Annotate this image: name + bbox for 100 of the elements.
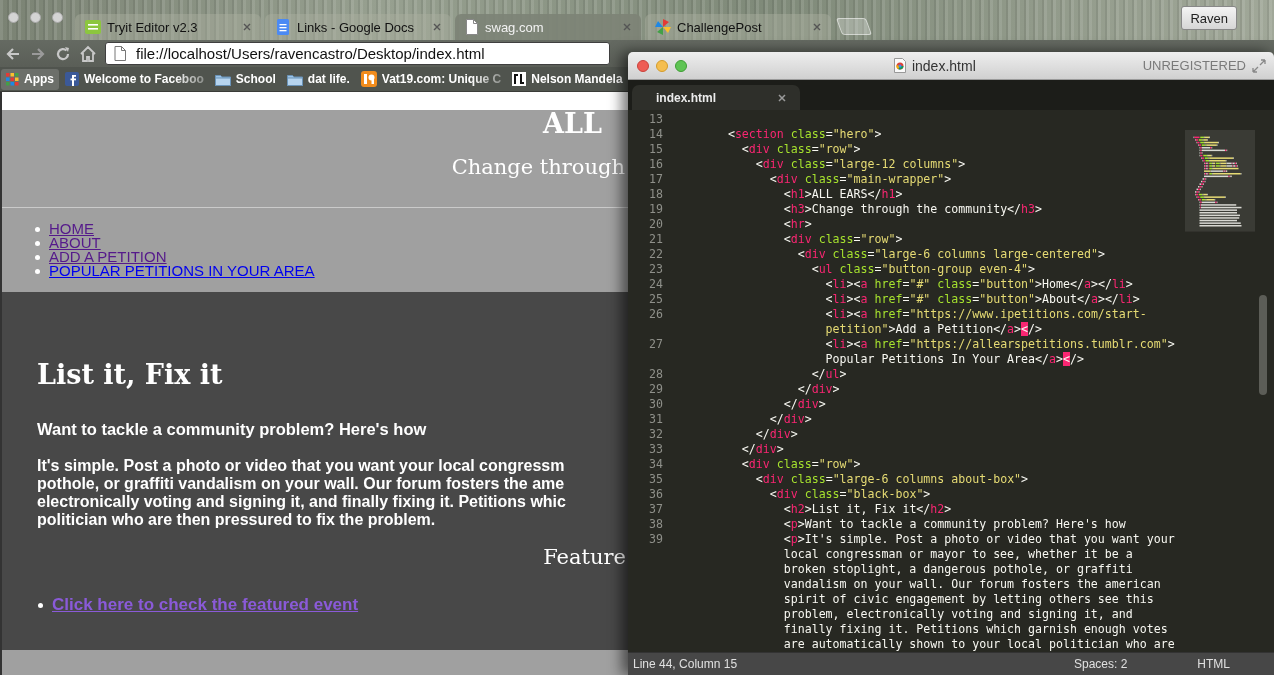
- window-button[interactable]: [656, 59, 668, 72]
- window-button[interactable]: [675, 59, 687, 72]
- code-line: <p>It's simple. Post a photo or video that you want your: [783, 532, 1175, 547]
- home-icon[interactable]: [79, 44, 97, 63]
- line-number: 36: [648, 487, 663, 502]
- code-line: local congressman or mayor to see, whether it be a: [783, 547, 1133, 562]
- hero-subtitle: Change through: [451, 154, 625, 180]
- code-line: <li><a href="#" class="button">About</a></li>: [825, 292, 1140, 307]
- code-line: broken stoplight, a dangerous pothole, or graffiti: [783, 562, 1133, 577]
- nav-link[interactable]: HOME: [49, 222, 94, 236]
- reload-icon[interactable]: [54, 44, 72, 63]
- code-line: <li><a href="https://www.ipetitions.com/start-: [825, 307, 1147, 322]
- line-number: 39: [648, 532, 663, 547]
- code-line: </div>: [783, 397, 826, 412]
- logo-icon: [512, 72, 527, 86]
- intro-text: Want to tackle a community problem? Here's how: [37, 419, 427, 439]
- scroll-thumb[interactable]: [1258, 295, 1267, 395]
- page-icon: [114, 46, 126, 61]
- page-icon: [465, 19, 479, 35]
- line-number: 18: [648, 187, 663, 202]
- code-line: vandalism on your wall. Our forum fosters the american: [783, 577, 1161, 592]
- profile-button[interactable]: Raven: [1181, 6, 1237, 30]
- code-line: <div class="large-12 columns">: [755, 157, 966, 172]
- code-line: <li><a href="#" class="button">Home</a></li>: [825, 277, 1133, 292]
- window-button[interactable]: [8, 12, 19, 23]
- bookmark[interactable]: dat life.: [281, 68, 355, 90]
- close-icon[interactable]: [243, 23, 251, 31]
- logo-icon: [85, 19, 101, 35]
- status-text: Line 44, Column 15: [633, 657, 738, 671]
- bullet-icon: [35, 254, 40, 260]
- line-number: 37: [648, 502, 663, 517]
- line-number: 28: [648, 367, 663, 382]
- address-field[interactable]: file://localhost/Users/ravencastro/Desktop/index.html: [105, 42, 610, 65]
- close-icon[interactable]: [813, 23, 821, 31]
- code-line: <h2>List it, Fix it</h2>: [783, 502, 952, 517]
- code-line: </ul>: [811, 367, 847, 382]
- bullet-icon: [35, 226, 40, 232]
- code-line: spirit of civic engagement by letting others see this: [783, 592, 1154, 607]
- bookmark[interactable]: Nelson Mandela: [507, 68, 628, 90]
- line-number: 25: [648, 292, 663, 307]
- line-number: 29: [648, 382, 663, 397]
- window-button[interactable]: [30, 12, 41, 23]
- featured-heading: Feature: [543, 544, 626, 571]
- code-line: <div class="large-6 columns large-centered">: [797, 247, 1105, 262]
- code-line: finally fixing it. Petitions which garnish enough votes: [783, 622, 1168, 637]
- nav-link[interactable]: ABOUT: [49, 236, 101, 250]
- folder-icon: [214, 72, 231, 86]
- nav-link[interactable]: POPULAR PETITIONS IN YOUR AREA: [49, 264, 315, 278]
- close-icon[interactable]: [778, 93, 786, 102]
- bookmark[interactable]: Apps: [1, 68, 59, 90]
- fullscreen-icon[interactable]: [1252, 58, 1266, 73]
- paragraph: It's simple. Post a photo or video that you want your local congressm pothole, or graffiti vandalism on your wall. Our forum fosters the ame electronically voting and signing it, and finally fixing it. Petitions whic politician who are then pressured to fix the problem.: [37, 457, 566, 529]
- window-button[interactable]: [637, 59, 649, 72]
- line-number: 22: [648, 247, 663, 262]
- line-number: 30: [648, 397, 663, 412]
- code-line: <p>Want to tackle a community problem? Here's how: [783, 517, 1126, 532]
- code-line: <h3>Change through the community</h3>: [783, 202, 1043, 217]
- line-number: 38: [648, 517, 663, 532]
- new-tab-button[interactable]: [835, 18, 873, 35]
- code-line: <div class="black-box">: [769, 487, 931, 502]
- bookmark[interactable]: Vat19.com: Unique C: [355, 68, 507, 90]
- status-text[interactable]: Spaces: 2: [1073, 657, 1128, 671]
- window-button[interactable]: [52, 12, 63, 23]
- status-text[interactable]: HTML: [1197, 657, 1230, 671]
- logo-icon: [360, 71, 377, 87]
- bullet-icon: [38, 602, 43, 608]
- code-line: <ul class="button-group even-4">: [811, 262, 1036, 277]
- code-line: <div class="large-6 columns about-box">: [755, 472, 1029, 487]
- line-number: 15: [648, 142, 663, 157]
- nav-link[interactable]: ADD A PETITION: [49, 250, 167, 264]
- code-line: <div class="row">: [783, 232, 903, 247]
- line-number: 20: [648, 217, 663, 232]
- browser-tab[interactable]: Links - Google Docs: [265, 14, 451, 40]
- code-line: <li><a href="https://allearspetitions.tumblr.com">: [825, 337, 1175, 352]
- line-number: 21: [648, 232, 663, 247]
- close-icon[interactable]: [433, 23, 441, 31]
- line-number: 14: [648, 127, 663, 142]
- bookmark[interactable]: Welcome to Faceboo: [60, 68, 209, 90]
- folder-icon: [286, 72, 303, 86]
- section-heading: List it, Fix it: [37, 358, 223, 392]
- bullet-icon: [35, 268, 40, 274]
- bookmark[interactable]: School: [209, 68, 281, 90]
- line-number: 13: [648, 112, 663, 127]
- line-number: 19: [648, 202, 663, 217]
- code-line: </div>: [769, 412, 812, 427]
- file-icon: [893, 58, 906, 73]
- code-line: problem, electronically voting and signing it, and: [783, 607, 1133, 622]
- document-icon: [275, 19, 291, 35]
- browser-tab[interactable]: ChallengePost: [645, 14, 831, 40]
- browser-tab[interactable]: Tryit Editor v2.3: [75, 14, 261, 40]
- code-line: <hr>: [783, 217, 812, 232]
- license-label: UNREGISTERED: [1142, 58, 1246, 73]
- logo-icon: [65, 72, 79, 86]
- code-line: <div class="row">: [741, 457, 861, 472]
- line-number: 33: [648, 442, 663, 457]
- grid-icon: [6, 72, 19, 86]
- line-number: 16: [648, 157, 663, 172]
- code-line: <section class="hero">: [727, 127, 882, 142]
- browser-tab[interactable]: swag.com: [455, 14, 641, 40]
- editor-tab[interactable]: index.html: [632, 85, 800, 110]
